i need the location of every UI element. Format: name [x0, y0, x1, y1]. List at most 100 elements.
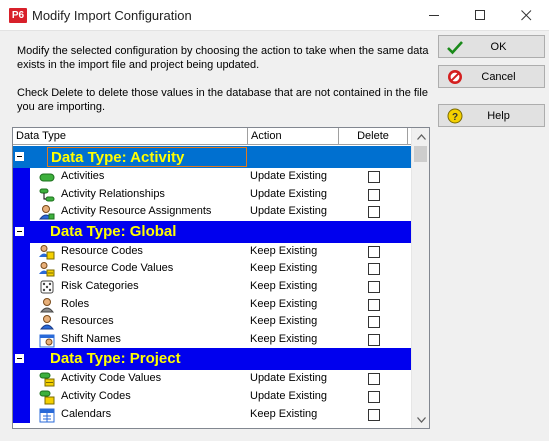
close-icon: [520, 10, 531, 21]
delete-checkbox[interactable]: [368, 333, 380, 346]
vertical-scrollbar[interactable]: [411, 128, 429, 428]
delete-checkbox[interactable]: [368, 316, 380, 329]
scroll-thumb[interactable]: [414, 146, 427, 162]
delete-checkbox[interactable]: [368, 188, 380, 201]
row-action[interactable]: Update Existing: [250, 188, 327, 200]
table-row[interactable]: Risk Categories Keep Existing: [13, 277, 411, 296]
checkmark-icon: [447, 41, 463, 55]
delete-checkbox[interactable]: [368, 245, 380, 258]
minimize-icon: [428, 15, 439, 16]
group-row-activity[interactable]: Data Type: Activity: [13, 146, 411, 168]
row-data-type: Calendars: [61, 407, 112, 420]
row-data-type: Resource Code Values: [61, 262, 174, 275]
chevron-up-icon: [416, 133, 426, 140]
activity-bar-icon: [39, 173, 55, 182]
delete-checkbox[interactable]: [368, 263, 380, 276]
row-data-type: Risk Categories: [61, 279, 139, 292]
import-config-grid: Data Type Action Delete Data Type: Activ…: [12, 127, 430, 429]
table-row[interactable]: Activity Codes Update Existing: [13, 387, 411, 406]
ok-button[interactable]: OK: [438, 35, 545, 58]
delete-checkbox[interactable]: [368, 171, 380, 183]
header-action[interactable]: Action: [248, 128, 339, 145]
scroll-down-button[interactable]: [412, 411, 429, 428]
header-data-type[interactable]: Data Type: [13, 128, 248, 145]
delete-checkbox[interactable]: [368, 206, 380, 219]
calendar-icon: [39, 408, 55, 423]
grid-rows: Data Type: Activity Activities Update Ex…: [13, 146, 411, 424]
group-title: Data Type: Global: [50, 222, 177, 240]
table-row[interactable]: Activity Code Values Update Existing: [13, 370, 411, 388]
row-action[interactable]: Update Existing: [250, 205, 327, 217]
instructions: Modify the selected configuration by cho…: [17, 44, 429, 128]
window-title: Modify Import Configuration: [32, 8, 192, 23]
help-icon: ?: [447, 108, 463, 124]
grid-header: Data Type Action Delete: [13, 128, 411, 145]
row-action[interactable]: Keep Existing: [250, 315, 317, 327]
chevron-down-icon: [416, 416, 426, 423]
row-data-type: Activity Codes: [61, 389, 131, 402]
resource-person-icon: [39, 315, 55, 330]
table-row[interactable]: Activity Resource Assignments Update Exi…: [13, 203, 411, 221]
row-action[interactable]: Keep Existing: [250, 408, 317, 420]
table-row[interactable]: Resource Codes Keep Existing: [13, 242, 411, 261]
cancel-icon: [448, 70, 462, 84]
table-row[interactable]: Activities Update Existing: [13, 168, 411, 186]
shift-icon: [39, 334, 55, 348]
instructions-paragraph-1: Modify the selected configuration by cho…: [17, 45, 429, 71]
table-row[interactable]: Resources Keep Existing: [13, 313, 411, 331]
relationship-icon: [39, 188, 55, 202]
row-action[interactable]: Keep Existing: [250, 298, 317, 310]
scroll-up-button[interactable]: [412, 128, 429, 145]
p6-app-icon: P6: [9, 8, 27, 23]
row-data-type: Resource Codes: [61, 244, 143, 257]
instructions-paragraph-2: Check Delete to delete those values in t…: [17, 87, 428, 113]
close-button[interactable]: [503, 0, 549, 31]
table-row[interactable]: Shift Names Keep Existing: [13, 330, 411, 349]
row-data-type: Activity Relationships: [61, 187, 165, 200]
resource-code-values-icon: [39, 262, 55, 277]
delete-checkbox[interactable]: [368, 408, 380, 421]
activity-code-values-icon: [39, 372, 55, 387]
title-bar: P6 Modify Import Configuration: [0, 0, 549, 31]
help-button[interactable]: ? Help: [438, 104, 545, 127]
row-action[interactable]: Keep Existing: [250, 333, 317, 345]
resource-code-icon: [39, 244, 55, 260]
table-row[interactable]: Resource Code Values Keep Existing: [13, 260, 411, 278]
group-row-project[interactable]: Data Type: Project: [13, 348, 411, 371]
row-data-type: Resources: [61, 315, 114, 328]
header-delete[interactable]: Delete: [339, 128, 408, 145]
minimize-button[interactable]: [411, 0, 457, 31]
table-row[interactable]: Activity Relationships Update Existing: [13, 185, 411, 204]
resource-assignment-icon: [39, 205, 55, 220]
group-title: Data Type: Activity: [47, 147, 247, 167]
group-row-global[interactable]: Data Type: Global: [13, 220, 411, 243]
collapse-icon[interactable]: [15, 152, 24, 161]
delete-checkbox[interactable]: [368, 390, 380, 403]
table-row[interactable]: Calendars Keep Existing: [13, 405, 411, 424]
row-data-type: Activities: [61, 170, 105, 182]
delete-checkbox[interactable]: [368, 280, 380, 293]
row-data-type: Shift Names: [61, 332, 121, 345]
maximize-icon: [474, 10, 485, 20]
row-action[interactable]: Keep Existing: [250, 280, 317, 292]
row-action[interactable]: Update Existing: [250, 390, 327, 402]
cancel-button[interactable]: Cancel: [438, 65, 545, 88]
maximize-button[interactable]: [457, 0, 503, 31]
dice-icon: [40, 280, 54, 294]
table-row[interactable]: Roles Keep Existing: [13, 295, 411, 314]
row-action[interactable]: Keep Existing: [250, 262, 317, 274]
row-data-type: Activity Resource Assignments: [61, 205, 212, 218]
role-person-icon: [39, 297, 55, 313]
delete-checkbox[interactable]: [368, 373, 380, 386]
group-title: Data Type: Project: [50, 350, 181, 368]
row-data-type: Activity Code Values: [61, 372, 162, 385]
row-action[interactable]: Keep Existing: [250, 245, 317, 257]
row-data-type: Roles: [61, 297, 90, 310]
row-action[interactable]: Update Existing: [250, 170, 327, 182]
collapse-icon[interactable]: [15, 226, 24, 236]
row-action[interactable]: Update Existing: [250, 372, 327, 384]
svg-text:?: ?: [452, 112, 458, 123]
collapse-icon[interactable]: [15, 354, 24, 364]
activity-code-icon: [39, 390, 55, 405]
delete-checkbox[interactable]: [368, 298, 380, 311]
